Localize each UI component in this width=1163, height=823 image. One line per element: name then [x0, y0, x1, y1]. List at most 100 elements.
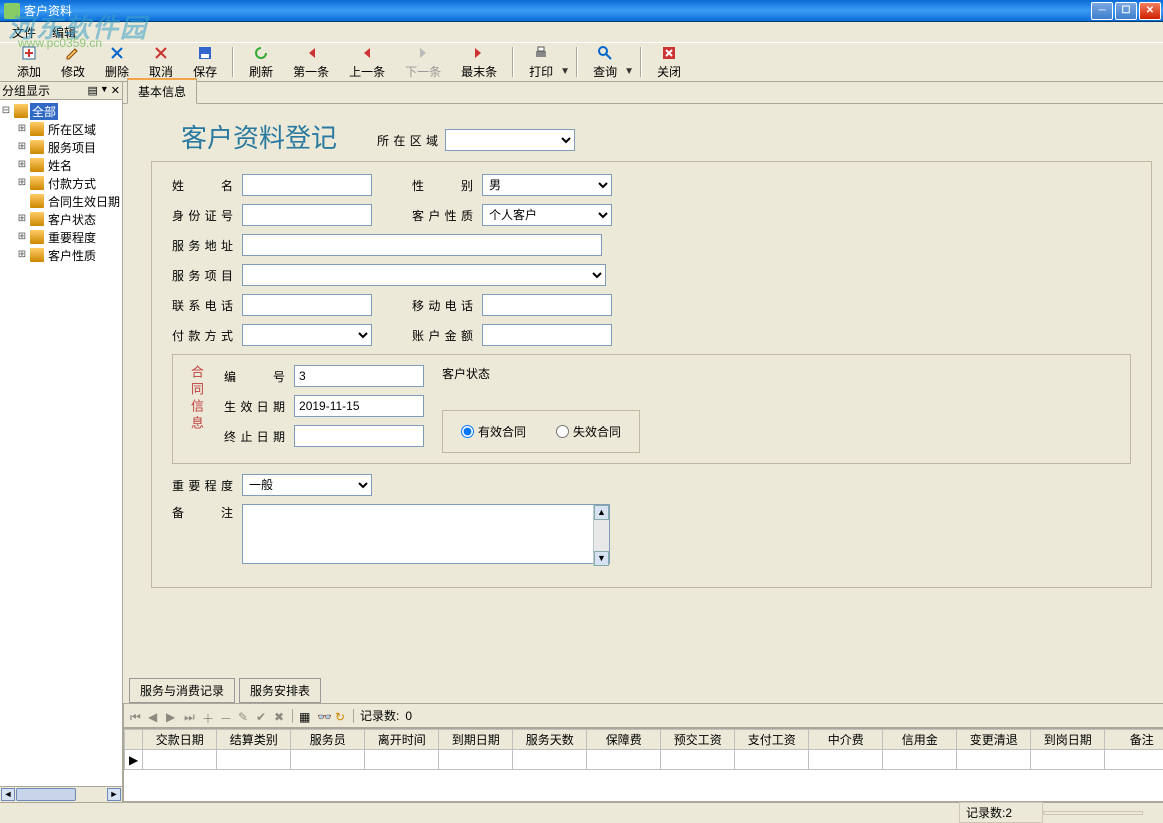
cell[interactable]	[735, 750, 809, 770]
tree-item-5[interactable]: ⊞客户状态	[16, 210, 122, 228]
col-header[interactable]: 交款日期	[143, 730, 217, 750]
nav-edit-icon[interactable]: ✎	[238, 710, 250, 722]
service-addr-input[interactable]	[242, 234, 602, 256]
tree-item-1[interactable]: ⊞服务项目	[16, 138, 122, 156]
tool-close[interactable]: 关闭	[648, 42, 690, 83]
tool-edit[interactable]: 修改	[52, 42, 94, 83]
cell[interactable]	[957, 750, 1031, 770]
print-dropdown-icon[interactable]: ▼	[560, 66, 570, 81]
cell[interactable]	[439, 750, 513, 770]
col-header[interactable]: 结算类别	[217, 730, 291, 750]
menu-edit[interactable]: 编辑	[44, 22, 84, 43]
cell[interactable]	[661, 750, 735, 770]
table-row[interactable]: ▶	[125, 750, 1163, 770]
phone-input[interactable]	[242, 294, 372, 316]
tree-item-2[interactable]: ⊞姓名	[16, 156, 122, 174]
collapse-icon[interactable]: ⊟	[0, 105, 12, 117]
name-input[interactable]	[242, 174, 372, 196]
tree-item-6[interactable]: ⊞重要程度	[16, 228, 122, 246]
col-header[interactable]: 预交工资	[661, 730, 735, 750]
expand-icon[interactable]: ⊞	[16, 141, 28, 153]
radio-invalid-input[interactable]	[556, 425, 569, 438]
nav-del-icon[interactable]: －	[220, 710, 232, 722]
tool-refresh[interactable]: 刷新	[240, 42, 282, 83]
col-header[interactable]: 变更清退	[957, 730, 1031, 750]
maximize-button[interactable]: ☐	[1115, 2, 1137, 20]
tool-cancel[interactable]: 取消	[140, 42, 182, 83]
expand-icon[interactable]	[16, 196, 28, 207]
col-header[interactable]: 到岗日期	[1031, 730, 1105, 750]
cell[interactable]	[365, 750, 439, 770]
tree-item-4[interactable]: 合同生效日期	[16, 192, 122, 210]
tree-item-7[interactable]: ⊞客户性质	[16, 246, 122, 264]
region-select[interactable]	[445, 129, 575, 151]
tool-save[interactable]: 保存	[184, 42, 226, 83]
end-date-input[interactable]	[294, 425, 424, 447]
tool-query[interactable]: 查询	[584, 42, 626, 83]
gender-select[interactable]: 男	[482, 174, 612, 196]
expand-icon[interactable]: ⊞	[16, 159, 28, 171]
expand-icon[interactable]: ⊞	[16, 177, 28, 189]
col-header[interactable]: 离开时间	[365, 730, 439, 750]
col-header[interactable]: 服务天数	[513, 730, 587, 750]
remark-scrollbar[interactable]: ▲▼	[593, 505, 609, 566]
nature-select[interactable]: 个人客户	[482, 204, 612, 226]
nav-ok-icon[interactable]: ✔	[256, 710, 268, 722]
col-header[interactable]: 中介费	[809, 730, 883, 750]
expand-icon[interactable]: ⊞	[16, 213, 28, 225]
expand-icon[interactable]: ⊞	[16, 123, 28, 135]
paymethod-select[interactable]	[242, 324, 372, 346]
radio-invalid[interactable]: 失效合同	[556, 423, 621, 440]
nav-cancel-icon[interactable]: ✖	[274, 710, 286, 722]
cell[interactable]	[143, 750, 217, 770]
col-header[interactable]: 支付工资	[735, 730, 809, 750]
close-button[interactable]: ✕	[1139, 2, 1161, 20]
cell[interactable]	[217, 750, 291, 770]
acct-amount-input[interactable]	[482, 324, 612, 346]
tab-basic-info[interactable]: 基本信息	[127, 78, 197, 104]
expand-icon[interactable]: ⊞	[16, 231, 28, 243]
subtab-service-record[interactable]: 服务与消费记录	[129, 678, 235, 703]
menu-file[interactable]: 文件	[4, 22, 44, 43]
data-grid[interactable]: 交款日期结算类别服务员离开时间到期日期服务天数保障费预交工资支付工资中介费信用金…	[123, 728, 1163, 802]
tree-item-3[interactable]: ⊞付款方式	[16, 174, 122, 192]
col-header[interactable]: 备注	[1105, 730, 1163, 750]
tree-root-label[interactable]: 全部	[30, 103, 58, 120]
cell[interactable]	[291, 750, 365, 770]
query-dropdown-icon[interactable]: ▼	[624, 66, 634, 81]
tool-last[interactable]: 最末条	[452, 42, 506, 83]
mobile-input[interactable]	[482, 294, 612, 316]
service-item-select[interactable]	[242, 264, 606, 286]
expand-icon[interactable]: ⊞	[16, 249, 28, 261]
start-date-input[interactable]	[294, 395, 424, 417]
tree-root[interactable]: ⊟ 全部	[0, 102, 122, 120]
col-header[interactable]: 到期日期	[439, 730, 513, 750]
tool-add[interactable]: 添加	[8, 42, 50, 83]
grid-view-icon[interactable]: ▦	[299, 710, 311, 722]
nav-first-icon[interactable]: ⏮	[130, 710, 142, 722]
refresh-icon[interactable]: ↻	[335, 710, 347, 722]
sidebar-close-icon[interactable]: ✕	[111, 84, 120, 97]
cell[interactable]	[1031, 750, 1105, 770]
subtab-service-schedule[interactable]: 服务安排表	[239, 678, 321, 703]
tool-next[interactable]: 下一条	[396, 42, 450, 83]
importance-select[interactable]: 一般	[242, 474, 372, 496]
cell[interactable]	[809, 750, 883, 770]
sidebar-dropdown-icon[interactable]: ▼	[100, 84, 109, 97]
radio-valid[interactable]: 有效合同	[461, 423, 526, 440]
remark-textarea[interactable]	[242, 504, 610, 564]
idnum-input[interactable]	[242, 204, 372, 226]
col-header[interactable]: 信用金	[883, 730, 957, 750]
col-header[interactable]: 服务员	[291, 730, 365, 750]
nav-prev-icon[interactable]: ◀	[148, 710, 160, 722]
nav-add-icon[interactable]: ＋	[202, 710, 214, 722]
radio-valid-input[interactable]	[461, 425, 474, 438]
code-input[interactable]	[294, 365, 424, 387]
nav-last-icon[interactable]: ⏭	[184, 710, 196, 722]
cell[interactable]	[1105, 750, 1163, 770]
tool-first[interactable]: 第一条	[284, 42, 338, 83]
col-header[interactable]: 保障费	[587, 730, 661, 750]
tool-prev[interactable]: 上一条	[340, 42, 394, 83]
nav-next-icon[interactable]: ▶	[166, 710, 178, 722]
binocular-icon[interactable]: 👓	[317, 710, 329, 722]
